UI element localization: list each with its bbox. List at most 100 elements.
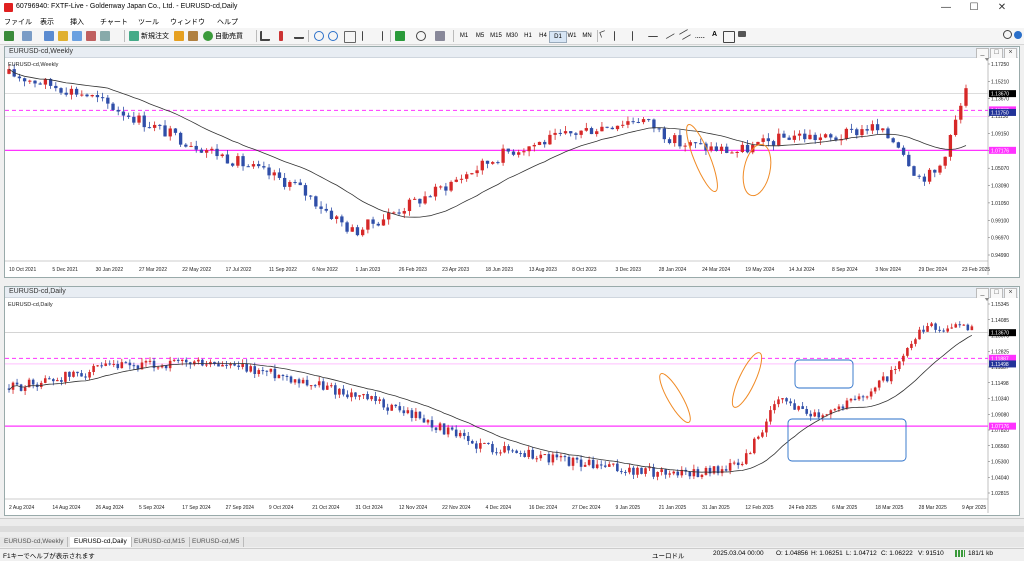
price-label: 0.99100 — [991, 218, 1009, 224]
bar-chart-icon[interactable] — [260, 31, 270, 41]
candle-body — [172, 359, 176, 361]
crosshair-icon[interactable] — [614, 31, 621, 41]
candle-body — [781, 398, 784, 400]
candle-body — [72, 371, 75, 377]
candle-body — [261, 370, 265, 372]
chart-window-titlebar — [5, 287, 1018, 298]
profiles-icon[interactable] — [22, 31, 32, 41]
time-label: 23 Apr 2023 — [442, 267, 469, 273]
tab-daily[interactable]: EURUSD-cd,Daily — [70, 537, 132, 547]
candle-body — [245, 363, 248, 372]
candle-body — [106, 97, 110, 104]
new-chart-icon[interactable] — [4, 31, 14, 41]
strategy-tester-icon[interactable] — [100, 31, 110, 41]
arrows-icon[interactable] — [738, 31, 746, 37]
indicators-icon[interactable] — [395, 31, 405, 41]
candle-body — [813, 134, 817, 141]
market-watch-icon[interactable] — [44, 31, 54, 41]
auto-trading-icon[interactable] — [203, 31, 213, 41]
horizontal-scrollbar[interactable] — [0, 526, 1024, 532]
zoom-out-icon[interactable] — [328, 31, 338, 41]
candle-body — [700, 474, 704, 478]
new-order-icon[interactable] — [129, 31, 139, 41]
autoscroll-icon[interactable] — [376, 31, 383, 41]
timeframe-h1[interactable]: H1 — [520, 31, 536, 41]
candle-body — [539, 454, 543, 459]
text-label-icon[interactable] — [723, 31, 735, 43]
time-label: 31 Oct 2024 — [356, 505, 383, 511]
candle-body — [265, 370, 269, 372]
candle-body — [17, 76, 22, 79]
community-icon[interactable] — [1014, 31, 1022, 39]
connection-icon — [955, 550, 965, 557]
candle-body — [886, 128, 890, 139]
candle-body — [787, 137, 791, 140]
candle-body — [147, 127, 152, 129]
menu-help[interactable]: ヘルプ — [217, 17, 238, 27]
candle-body — [958, 324, 962, 326]
templates-icon[interactable] — [435, 31, 445, 41]
tab-weekly[interactable]: EURUSD-cd,Weekly — [0, 537, 69, 547]
price-label: 1.15210 — [991, 79, 1009, 85]
time-label: 29 Dec 2024 — [919, 267, 948, 273]
zoom-in-icon[interactable] — [314, 31, 324, 41]
menu-view[interactable]: 表示 — [40, 17, 54, 27]
fibonacci-icon[interactable] — [695, 31, 705, 38]
maximize-button[interactable]: ☐ — [960, 1, 988, 15]
timeframe-m5[interactable]: M5 — [472, 31, 488, 41]
data-window-icon[interactable] — [58, 31, 68, 41]
text-tool-icon[interactable]: A — [712, 31, 717, 38]
price-label: 1.15345 — [991, 302, 1009, 308]
tab-m15[interactable]: EURUSD-cd,M15 — [130, 537, 190, 547]
candle-body — [338, 388, 341, 395]
terminal-icon[interactable] — [86, 31, 96, 41]
candle-body — [660, 469, 663, 473]
daily-chart[interactable]: 1.153451.140851.136701.128251.118871.114… — [5, 298, 1018, 513]
candle-body — [946, 328, 949, 332]
menu-chart[interactable]: チャート — [100, 17, 128, 27]
candle-body — [201, 359, 204, 366]
candle-body — [621, 124, 625, 126]
tab-m5[interactable]: EURUSD-cd,M5 — [188, 537, 245, 547]
line-chart-icon[interactable] — [294, 31, 304, 39]
candle-body — [953, 119, 958, 136]
search-icon[interactable] — [1003, 30, 1012, 39]
navigator-icon[interactable] — [72, 31, 82, 41]
candle-body — [761, 138, 765, 142]
signals-icon[interactable] — [188, 31, 198, 41]
menu-window[interactable]: ウィンドウ — [170, 17, 205, 27]
new-order-button[interactable]: 新規注文 — [141, 31, 169, 41]
time-label: 6 Mar 2025 — [832, 505, 858, 511]
timeframe-mn[interactable]: MN — [579, 31, 595, 41]
candle-body — [132, 365, 136, 367]
weekly-chart[interactable]: 1.172501.152101.136701.111301.091501.071… — [5, 58, 1018, 275]
tile-windows-icon[interactable] — [344, 31, 356, 43]
timeframe-m15[interactable]: M15 — [488, 31, 504, 41]
close-button[interactable]: ✕ — [988, 1, 1016, 15]
vertical-line-icon[interactable] — [632, 31, 639, 41]
candle-body — [719, 146, 724, 151]
minimize-button[interactable]: — — [932, 1, 960, 15]
menu-insert[interactable]: 挿入 — [70, 17, 84, 27]
periods-icon[interactable] — [416, 31, 426, 41]
timeframe-m30[interactable]: M30 — [504, 31, 520, 41]
price-label: 1.06560 — [991, 444, 1009, 450]
timeframe-m1[interactable]: M1 — [456, 31, 472, 41]
candle-body — [317, 381, 321, 386]
chart-shift-icon[interactable] — [362, 31, 369, 41]
menu-tools[interactable]: ツール — [138, 17, 159, 27]
candle-body — [901, 147, 906, 155]
candlestick-icon[interactable] — [279, 31, 283, 41]
candle-body — [532, 144, 536, 147]
timeframe-w1[interactable]: W1 — [564, 31, 580, 41]
metaeditor-icon[interactable] — [174, 31, 184, 41]
menu-file[interactable]: ファイル — [4, 17, 32, 27]
candle-body — [269, 368, 273, 372]
candle-body — [446, 427, 450, 435]
candle-body — [293, 181, 297, 183]
candle-body — [803, 133, 807, 140]
candle-body — [563, 456, 567, 458]
auto-trading-button[interactable]: 自動売買 — [215, 31, 243, 41]
horizontal-line-icon[interactable] — [648, 31, 658, 37]
candle-body — [817, 412, 821, 418]
